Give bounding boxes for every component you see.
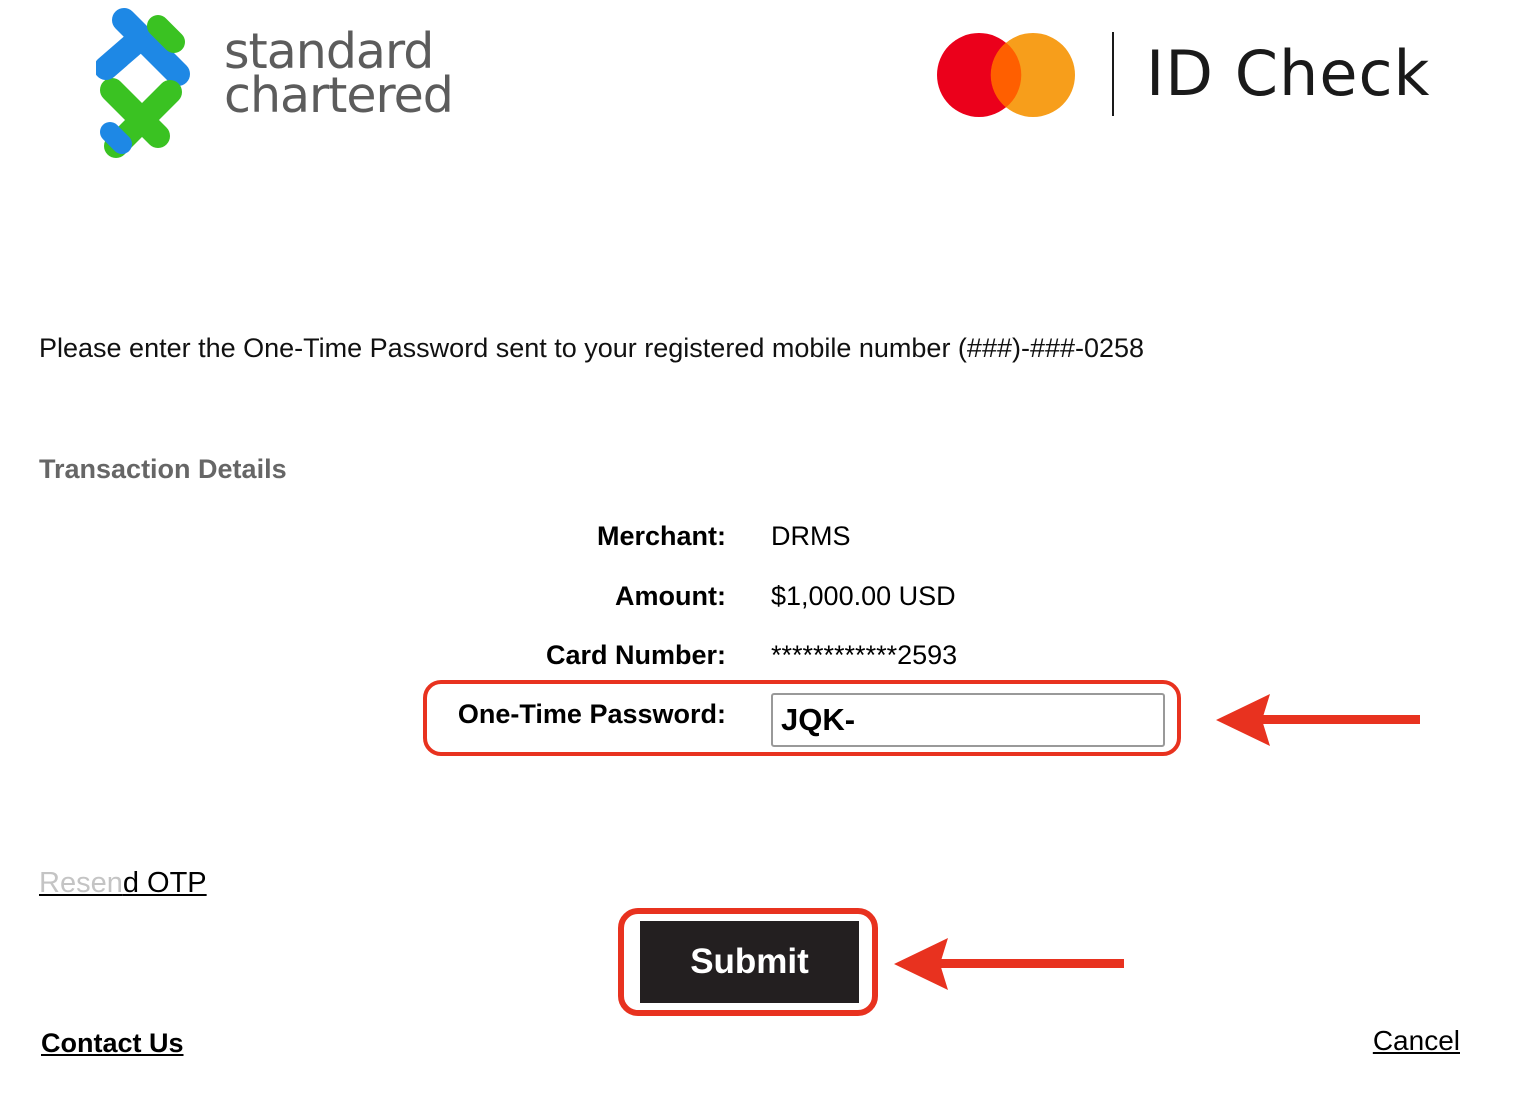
merchant-label: Merchant: <box>596 521 726 551</box>
card-number-value: ************2593 <box>771 640 958 670</box>
merchant-value: DRMS <box>771 521 851 551</box>
id-check-text: ID Check <box>1146 37 1431 110</box>
amount-value: $1,000.00 USD <box>771 581 956 611</box>
bank-wordmark: standard chartered <box>224 27 454 124</box>
standard-chartered-logo-icon <box>96 8 190 158</box>
bank-logo: standard chartered <box>96 8 476 158</box>
resend-otp-faded-text: Resen <box>39 867 123 899</box>
otp-instruction: Please enter the One-Time Password sent … <box>39 333 1145 363</box>
transaction-details-heading: Transaction Details <box>39 454 287 484</box>
mastercard-circles-icon <box>937 33 1075 117</box>
bank-wordmark-line2: chartered <box>224 67 454 124</box>
contact-us-link[interactable]: Contact Us <box>41 1026 184 1060</box>
arrow-left-icon <box>1216 694 1420 746</box>
id-check-logo: ID Check <box>936 30 1456 120</box>
cancel-link[interactable]: Cancel <box>1373 1024 1460 1058</box>
arrow-left-icon <box>894 938 1124 990</box>
amount-label: Amount: <box>615 581 726 611</box>
otp-label: One-Time Password: <box>457 699 726 729</box>
logo-divider <box>1112 32 1114 116</box>
resend-otp-dark-text: d OTP <box>122 867 207 899</box>
otp-input[interactable] <box>771 693 1165 747</box>
resend-otp-link[interactable]: Resend OTP <box>39 866 207 900</box>
submit-button[interactable]: Submit <box>640 921 859 1003</box>
card-number-label: Card Number: <box>545 640 726 670</box>
